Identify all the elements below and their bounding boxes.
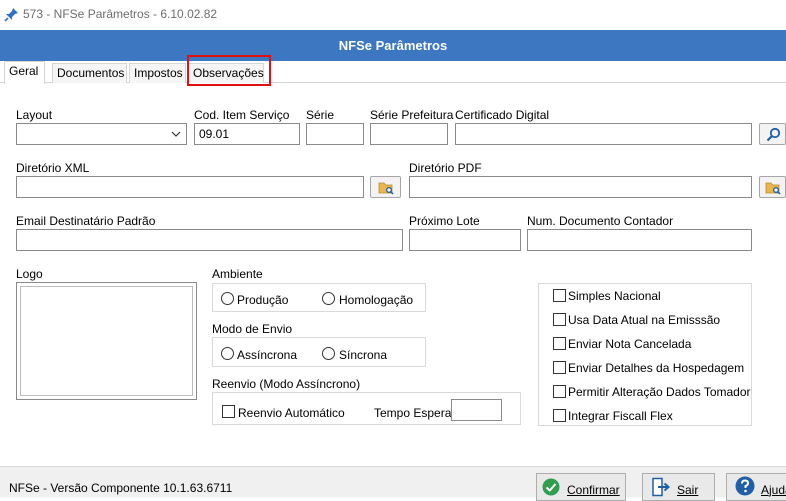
simples-nacional-checkbox[interactable] [553,289,566,302]
cod-item-input[interactable]: 09.01 [194,123,300,145]
check-circle-icon [542,478,560,496]
usa-data-atual-checkbox[interactable] [553,313,566,326]
usa-data-atual-label: Usa Data Atual na Emisssão [568,313,721,327]
permitir-alteracao-tomador-label: Permitir Alteração Dados Tomador [568,385,751,399]
window-title: 573 - NFSe Parâmetros - 6.10.02.82 [23,7,218,21]
reenvio-group: Reenvio Automático Tempo Espera [212,392,521,425]
num-doc-contador-label: Num. Documento Contador [527,214,674,228]
certificado-label: Certificado Digital [455,108,550,122]
enviar-nota-cancelada-checkbox[interactable] [553,337,566,350]
folder-search-icon [765,182,781,195]
logo-label: Logo [16,267,43,281]
ambiente-label: Ambiente [212,267,263,281]
enviar-detalhes-hospedagem-checkbox[interactable] [553,361,566,374]
layout-label: Layout [16,108,53,122]
reenvio-automatico-label: Reenvio Automático [238,406,345,420]
browse-xml-button[interactable] [370,176,401,198]
integrar-fiscall-flex-checkbox[interactable] [553,409,566,422]
sincrona-label: Síncrona [339,348,388,362]
form-title: NFSe Parâmetros [338,38,448,53]
simples-nacional-label: Simples Nacional [568,289,661,303]
producao-radio[interactable] [221,292,234,305]
tab-documentos[interactable]: Documentos [52,63,127,83]
diretorio-xml-label: Diretório XML [16,161,90,175]
homologacao-label: Homologação [339,293,414,307]
tempo-espera-input[interactable] [451,399,502,421]
diretorio-pdf-label: Diretório PDF [409,161,482,175]
permitir-alteracao-tomador-checkbox[interactable] [553,385,566,398]
options-group: Simples Nacional Usa Data Atual na Emiss… [538,283,752,426]
sincrona-radio[interactable] [322,347,335,360]
num-doc-contador-input[interactable] [527,229,752,251]
tab-strip: Geral Documentos Impostos Observações [0,61,786,84]
certificado-input[interactable] [455,123,752,145]
modo-envio-label: Modo de Envio [212,322,293,336]
search-certificate-button[interactable] [759,123,786,145]
logo-image-box[interactable] [16,282,197,400]
assincrona-label: Assíncrona [237,348,298,362]
pin-icon [4,8,18,22]
producao-label: Produção [237,293,289,307]
email-input[interactable] [16,229,403,251]
serie-prefeitura-label: Série Prefeitura [370,108,454,122]
exit-icon [652,477,671,497]
enviar-detalhes-hospedagem-label: Enviar Detalhes da Hospedagem [568,361,745,375]
ambiente-group: Produção Homologação [212,283,426,312]
cod-item-label: Cod. Item Serviço [194,108,290,122]
proximo-lote-input[interactable] [409,229,521,251]
integrar-fiscall-flex-label: Integrar Fiscall Flex [568,409,673,423]
window-titlebar: 573 - NFSe Parâmetros - 6.10.02.82 [0,0,786,30]
diretorio-pdf-input[interactable] [409,176,752,198]
modo-envio-group: Assíncrona Síncrona [212,337,426,367]
proximo-lote-label: Próximo Lote [409,214,480,228]
reenvio-label: Reenvio (Modo Assíncrono) [212,377,361,391]
tab-impostos[interactable]: Impostos [129,63,186,83]
layout-select[interactable] [16,123,187,145]
tab-geral[interactable]: Geral [4,61,45,84]
folder-search-icon [378,182,394,195]
email-label: Email Destinatário Padrão [16,214,156,228]
reenvio-automatico-checkbox[interactable] [222,405,235,418]
form-header: NFSe Parâmetros [0,30,786,61]
diretorio-xml-input[interactable] [16,176,364,198]
browse-pdf-button[interactable] [759,176,786,198]
tab-observacoes[interactable]: Observações [188,63,264,83]
chevron-down-icon [171,131,181,137]
serie-label: Série [306,108,335,122]
help-icon [735,476,755,496]
tempo-espera-label: Tempo Espera [374,406,452,420]
assincrona-radio[interactable] [221,347,234,360]
serie-input[interactable] [306,123,364,145]
enviar-nota-cancelada-label: Enviar Nota Cancelada [568,337,692,351]
serie-prefeitura-input[interactable] [370,123,448,145]
status-text: NFSe - Versão Componente 10.1.63.6711 [9,481,233,495]
homologacao-radio[interactable] [322,292,335,305]
search-icon [766,127,781,142]
